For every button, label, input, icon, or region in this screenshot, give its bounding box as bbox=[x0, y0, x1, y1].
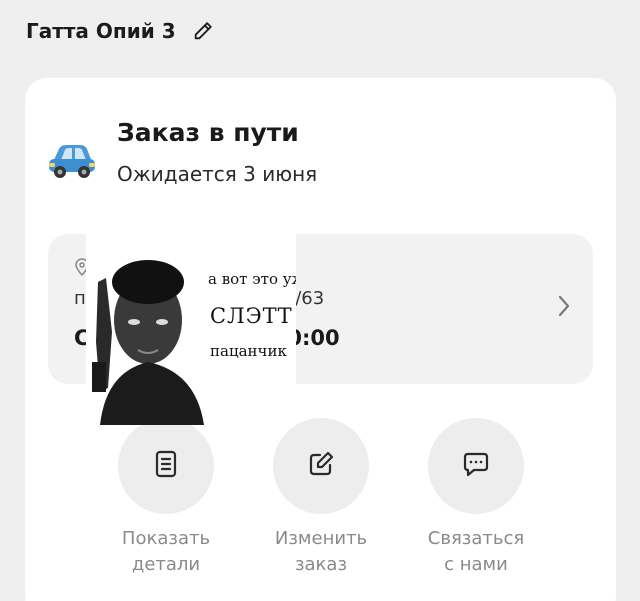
edit-square-icon bbox=[307, 450, 335, 482]
page-header: Гатта Опий 3 bbox=[26, 18, 216, 44]
show-details-button[interactable]: Показать детали bbox=[86, 418, 246, 578]
meme-caption-bottom: пацанчик bbox=[210, 342, 287, 360]
chevron-right-icon[interactable] bbox=[557, 294, 571, 322]
edit-order-label: Изменить заказ bbox=[241, 526, 401, 578]
chat-icon bbox=[462, 451, 490, 481]
action-buttons: Показать детали Изменить заказ Связаться… bbox=[25, 418, 616, 598]
meme-caption-top: а вот это уже bbox=[208, 270, 296, 288]
contact-us-circle[interactable] bbox=[428, 418, 524, 514]
contact-us-button[interactable]: Связаться с нами bbox=[396, 418, 556, 578]
show-details-circle[interactable] bbox=[118, 418, 214, 514]
show-details-line2: детали bbox=[131, 554, 201, 575]
document-icon bbox=[153, 450, 179, 482]
contact-us-label: Связаться с нами bbox=[396, 526, 556, 578]
status-title: Заказ в пути bbox=[117, 118, 299, 147]
delivery-address-head: п bbox=[74, 288, 86, 309]
car-icon bbox=[47, 140, 97, 180]
pencil-icon[interactable] bbox=[190, 18, 216, 44]
edit-order-line2: заказ bbox=[294, 554, 348, 575]
edit-order-button[interactable]: Изменить заказ bbox=[241, 418, 401, 578]
status-subtitle: Ожидается 3 июня bbox=[117, 162, 318, 186]
meme-sticker: а вот это уже СЛЭТТ пацанчик bbox=[86, 212, 296, 425]
show-details-line1: Показать bbox=[121, 528, 211, 549]
contact-us-line1: Связаться bbox=[427, 528, 525, 549]
contact-us-line2: с нами bbox=[444, 554, 508, 575]
page-title: Гатта Опий 3 bbox=[26, 19, 176, 43]
order-status: Заказ в пути Ожидается 3 июня bbox=[47, 114, 317, 188]
edit-order-circle[interactable] bbox=[273, 418, 369, 514]
edit-order-line1: Изменить bbox=[274, 528, 368, 549]
status-text: Заказ в пути Ожидается 3 июня bbox=[117, 114, 317, 188]
meme-caption-main: СЛЭТТ bbox=[210, 304, 293, 328]
show-details-label: Показать детали bbox=[86, 526, 246, 578]
